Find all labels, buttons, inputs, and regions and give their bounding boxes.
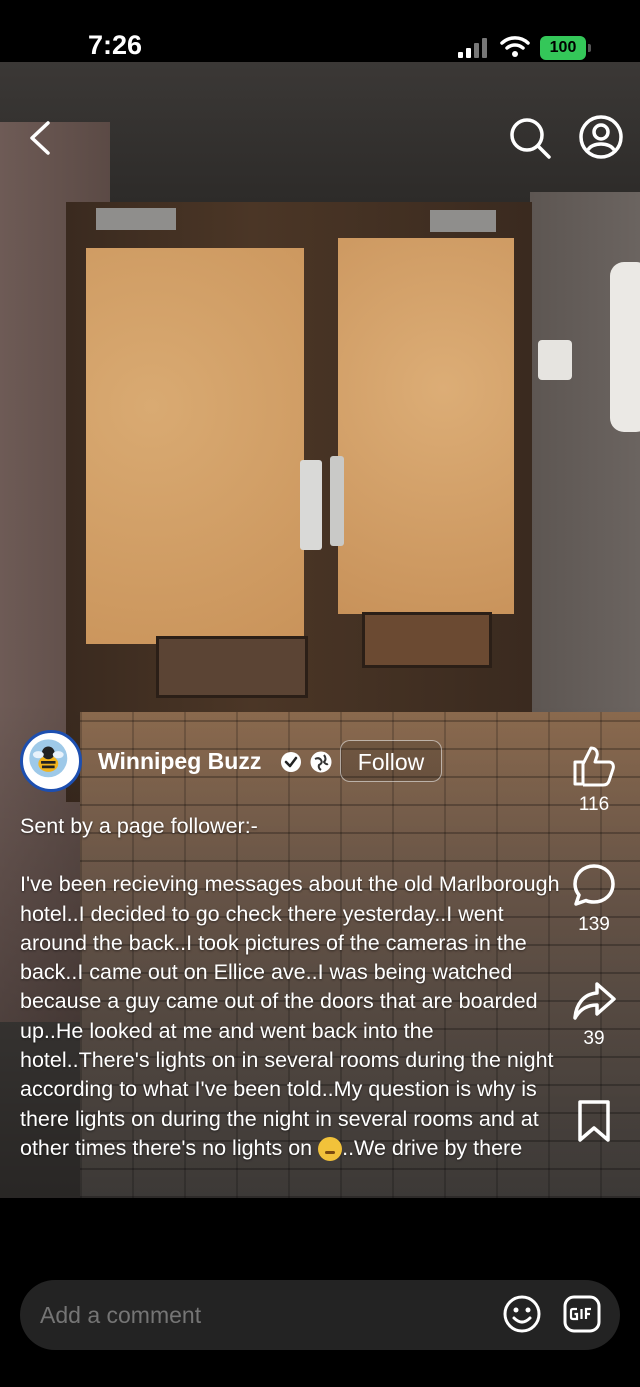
photo-door-closer xyxy=(430,210,496,232)
avatar[interactable] xyxy=(20,730,82,792)
comment-action[interactable]: 139 xyxy=(568,862,620,936)
bookmark-icon[interactable] xyxy=(574,1098,614,1144)
comment-count: 139 xyxy=(578,914,610,935)
bee-logo-icon xyxy=(24,734,72,782)
thumbs-up-icon[interactable] xyxy=(571,744,617,788)
photo-door-handle xyxy=(330,456,344,546)
battery-indicator: 100 xyxy=(540,36,586,60)
like-count: 116 xyxy=(578,794,610,815)
globe-icon xyxy=(310,751,332,773)
photo-door-panel xyxy=(156,636,308,698)
photo-plywood-right xyxy=(338,238,514,614)
post-caption[interactable]: Sent by a page follower:- I've been reci… xyxy=(20,812,560,1216)
thinking-face-emoji-icon xyxy=(318,1137,343,1162)
photo-plywood-left xyxy=(86,248,304,644)
photo-door-closer xyxy=(96,208,176,230)
page-name[interactable]: Winnipeg Buzz xyxy=(98,748,261,775)
caption-tail: ..We drive by there xyxy=(342,1135,523,1160)
verified-badge-icon xyxy=(281,752,301,772)
caption-body: I've been recieving messages about the o… xyxy=(20,872,560,1160)
share-arrow-icon[interactable] xyxy=(571,980,617,1022)
follow-button[interactable]: Follow xyxy=(340,740,442,782)
chevron-left-icon[interactable] xyxy=(26,120,56,156)
wifi-icon xyxy=(500,36,530,57)
share-count: 39 xyxy=(583,1028,605,1049)
profile-icon[interactable] xyxy=(578,114,624,160)
save-action[interactable] xyxy=(568,1098,620,1144)
cellular-signal-icon xyxy=(458,38,487,58)
search-icon[interactable] xyxy=(508,116,552,160)
like-action[interactable]: 116 xyxy=(568,744,620,816)
comment-bar xyxy=(20,1280,620,1350)
caption-intro: Sent by a page follower:- xyxy=(20,814,258,838)
comment-bubble-icon[interactable] xyxy=(571,862,617,908)
photo-door-panel xyxy=(362,612,492,668)
photo-paint-patch xyxy=(610,262,640,432)
status-time: 7:26 xyxy=(88,30,143,60)
photo-door-handle xyxy=(300,460,322,550)
battery-cap xyxy=(588,44,591,52)
comment-input[interactable] xyxy=(40,1302,460,1329)
photo-paint-patch xyxy=(538,340,572,380)
emoji-picker-icon[interactable] xyxy=(502,1294,542,1334)
gif-icon[interactable] xyxy=(562,1294,602,1334)
caption-text: I've been recieving messages about the o… xyxy=(20,870,560,1163)
share-action[interactable]: 39 xyxy=(568,980,620,1050)
